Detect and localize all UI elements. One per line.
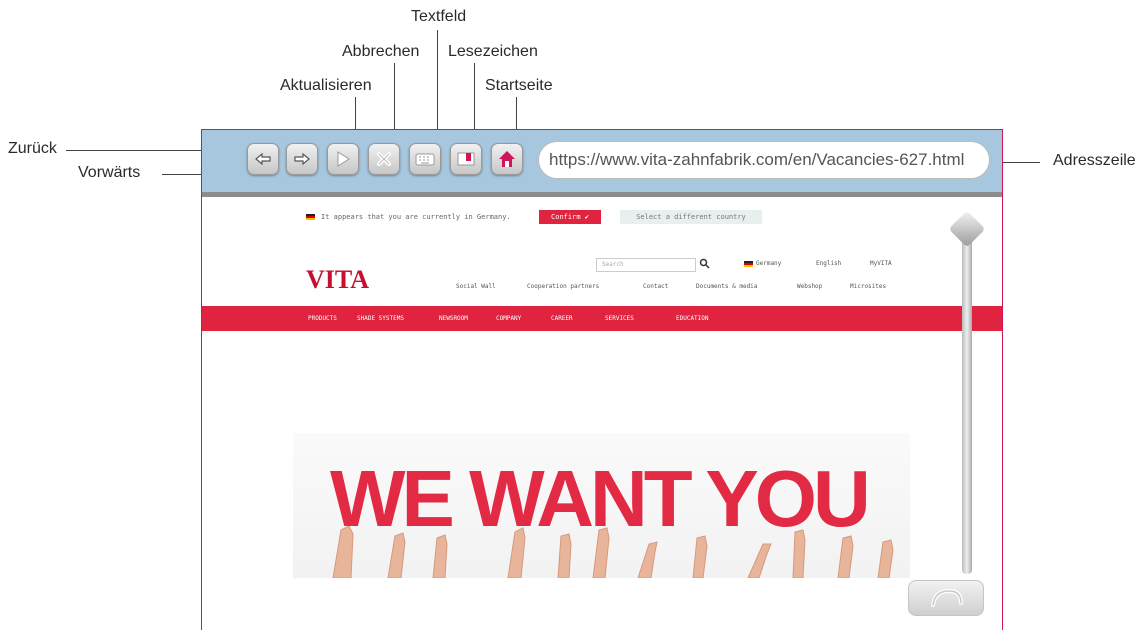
callout-back: Zurück [8,140,57,157]
play-icon [337,151,350,167]
home-button[interactable] [491,143,523,175]
vita-logo[interactable]: VITA [306,265,369,295]
callout-bookmarks: Lesezeichen [448,43,538,60]
country-link[interactable]: Germany [756,260,781,267]
return-arrow-icon [931,588,963,607]
forward-arrow-icon [294,152,310,166]
main-nav-career[interactable]: CAREER [551,315,573,322]
forward-button[interactable] [286,143,318,175]
scroll-track[interactable] [962,218,972,574]
secondary-nav-cooperation-partners[interactable]: Cooperation partners [527,283,599,290]
main-nav-shade-systems[interactable]: SHADE SYSTEMS [357,315,404,322]
main-nav-products[interactable]: PRODUCTS [308,315,337,322]
callout-textfield: Textfeld [411,8,467,25]
back-arrow-icon [255,152,271,166]
language-link[interactable]: English [816,260,841,267]
callout-forward: Vorwärts [78,164,141,181]
bookmarks-button[interactable] [450,143,482,175]
close-x-icon [377,152,391,166]
germany-flag-icon [306,214,315,220]
back-button[interactable] [247,143,279,175]
callout-refresh: Aktualisieren [280,77,372,94]
home-icon [499,151,515,167]
refresh-button[interactable] [327,143,359,175]
confirm-country-button[interactable]: Confirm ✔ [539,210,601,224]
browser-toolbar: https://www.vita-zahnfabrik.com/en/Vacan… [202,130,1002,197]
secondary-nav-webshop[interactable]: Webshop [797,283,822,290]
secondary-nav-documents-media[interactable]: Documents & media [696,283,757,290]
geo-notice: It appears that you are currently in Ger… [306,213,511,221]
site-search-input[interactable]: Search [596,258,696,272]
callout-home: Startseite [485,77,553,94]
cancel-button[interactable] [368,143,400,175]
bookmark-icon [457,152,475,166]
secondary-nav-microsites[interactable]: Microsites [850,283,886,290]
secondary-nav-social-wall[interactable]: Social Wall [456,283,496,290]
callout-cancel: Abbrechen [342,43,420,60]
textfield-button[interactable] [409,143,441,175]
main-nav-services[interactable]: SERVICES [605,315,634,322]
website-viewport: It appears that you are currently in Ger… [202,197,1002,630]
main-nav-education[interactable]: EDUCATION [676,315,709,322]
geo-notice-text: It appears that you are currently in Ger… [321,213,511,221]
main-nav-newsroom[interactable]: NEWSROOM [439,315,468,322]
address-bar[interactable]: https://www.vita-zahnfabrik.com/en/Vacan… [538,141,990,179]
callout-address-bar: Adresszeile [1053,152,1136,169]
keyboard-icon [415,153,435,165]
return-button[interactable] [908,580,984,616]
browser-frame: https://www.vita-zahnfabrik.com/en/Vacan… [201,129,1003,630]
myvita-link[interactable]: MyVITA [870,260,892,267]
country-flag-icon [744,261,753,267]
hero-banner: WE WANT YOU [293,433,910,578]
banner-headline: WE WANT YOU [330,454,871,543]
main-nav-bar: PRODUCTS SHADE SYSTEMS NEWSROOM COMPANY … [202,306,1002,331]
select-country-button[interactable]: Select a different country [620,210,762,224]
secondary-nav-contact[interactable]: Contact [643,283,668,290]
main-nav-company[interactable]: COMPANY [496,315,521,322]
search-icon[interactable] [699,258,710,269]
